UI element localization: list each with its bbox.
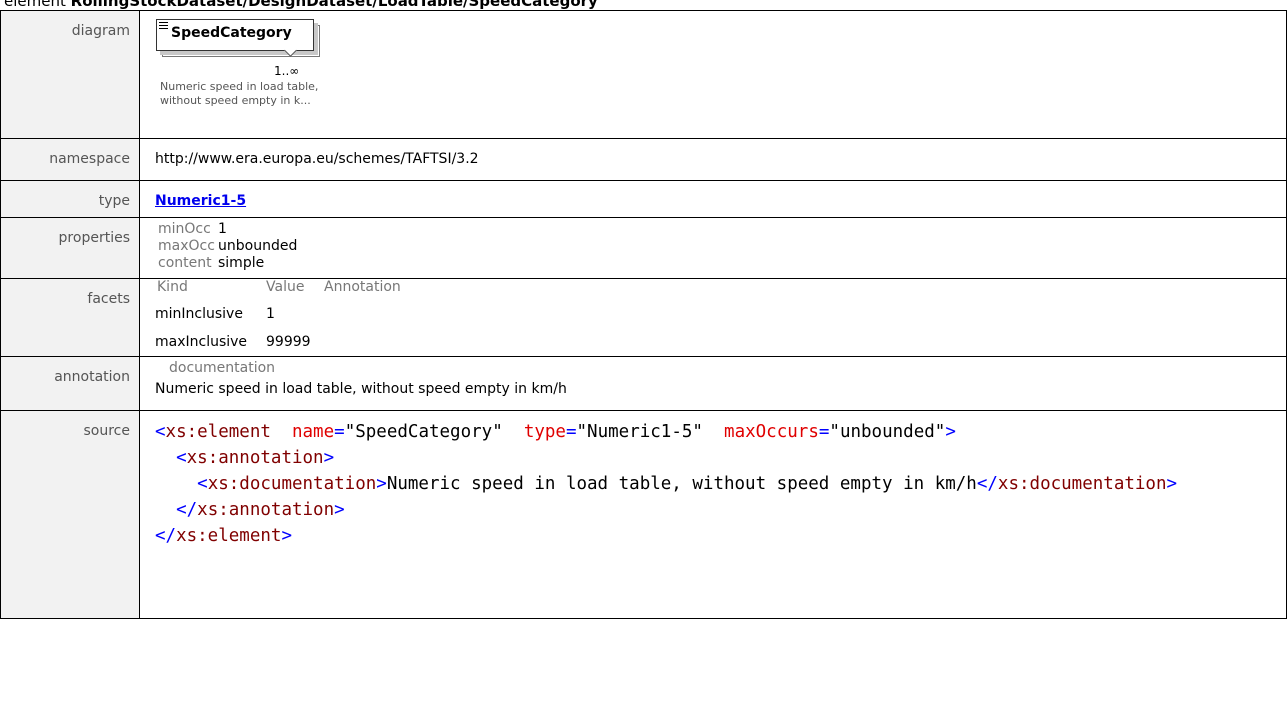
facets-row: facets Kind Value Annotation minInclusiv… bbox=[0, 278, 1287, 357]
properties-table: minOcc 1 maxOcc unbounded content simple bbox=[140, 221, 297, 272]
facets-table: Kind Value Annotation minInclusive 1 max… bbox=[140, 279, 401, 356]
facets-header-value: Value bbox=[266, 279, 305, 295]
facet-row: maxInclusive 99999 bbox=[140, 328, 401, 356]
schema-diagram: SpeedCategory 1..∞ Numeric speed in load… bbox=[140, 11, 1286, 138]
diagram-note-line1: Numeric speed in load table, bbox=[160, 80, 319, 93]
property-row: maxOcc unbounded bbox=[140, 238, 297, 255]
source-code: <xs:element name="SpeedCategory" type="N… bbox=[155, 422, 1178, 546]
diagram-note-line2: without speed empty in k... bbox=[160, 94, 311, 107]
property-value: unbounded bbox=[218, 238, 298, 254]
diagram-label: diagram bbox=[0, 10, 140, 139]
heading-path: RollingStockDataset/DesignDataset/LoadTa… bbox=[70, 0, 598, 10]
facets-header-kind: Kind bbox=[157, 279, 188, 295]
facet-row: minInclusive 1 bbox=[140, 300, 401, 328]
facet-annotation bbox=[324, 300, 401, 328]
property-value: simple bbox=[218, 255, 265, 271]
facets-header-annotation: Annotation bbox=[324, 279, 401, 295]
diagram-element-name: SpeedCategory bbox=[171, 25, 292, 41]
heading-prefix: element bbox=[4, 0, 66, 10]
diagram-row: diagram SpeedCategory 1..∞ Numeric speed… bbox=[0, 10, 1287, 139]
facet-kind: maxInclusive bbox=[155, 334, 248, 350]
property-value: 1 bbox=[218, 221, 227, 237]
property-key: maxOcc bbox=[158, 238, 215, 254]
property-key: minOcc bbox=[158, 221, 211, 237]
facet-kind: minInclusive bbox=[155, 306, 243, 322]
source-label: source bbox=[0, 410, 140, 619]
diagram-note: Numeric speed in load table, without spe… bbox=[160, 80, 350, 108]
type-row: type Numeric1-5 bbox=[0, 180, 1287, 218]
namespace-row: namespace http://www.era.europa.eu/schem… bbox=[0, 138, 1287, 181]
facets-label: facets bbox=[0, 278, 140, 357]
annotation-label: annotation bbox=[0, 356, 140, 411]
namespace-value: http://www.era.europa.eu/schemes/TAFTSI/… bbox=[155, 151, 479, 167]
facet-annotation bbox=[324, 328, 401, 356]
element-doc-table: diagram SpeedCategory 1..∞ Numeric speed… bbox=[0, 10, 1287, 619]
facets-header: Kind Value Annotation bbox=[140, 279, 401, 300]
annotation-row: annotation documentation Numeric speed i… bbox=[0, 356, 1287, 411]
properties-label: properties bbox=[0, 217, 140, 279]
facet-value: 99999 bbox=[266, 334, 311, 350]
source-row: source <xs:element name="SpeedCategory" … bbox=[0, 410, 1287, 619]
element-lines-icon bbox=[159, 22, 168, 31]
property-row: content simple bbox=[140, 255, 297, 272]
diagram-occurrence: 1..∞ bbox=[274, 64, 300, 78]
property-key: content bbox=[158, 255, 212, 271]
facet-value: 1 bbox=[266, 306, 275, 322]
type-link[interactable]: Numeric1-5 bbox=[155, 181, 1286, 209]
type-label: type bbox=[0, 180, 140, 218]
documentation-text: Numeric speed in load table, without spe… bbox=[155, 381, 567, 397]
namespace-label: namespace bbox=[0, 138, 140, 181]
properties-row: properties minOcc 1 maxOcc unbounded con… bbox=[0, 217, 1287, 279]
property-row: minOcc 1 bbox=[140, 221, 297, 238]
documentation-header: documentation bbox=[169, 360, 276, 376]
